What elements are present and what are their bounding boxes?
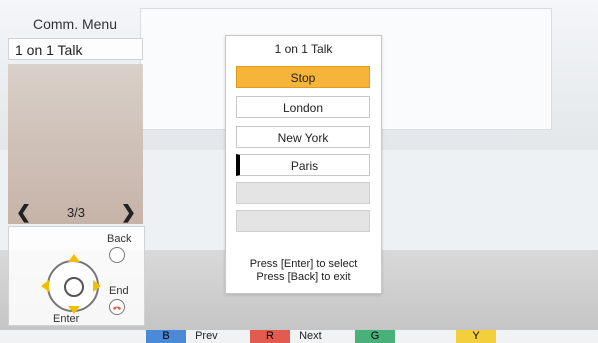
comm-menu-title: Comm. Menu bbox=[32, 16, 118, 32]
back-button-icon[interactable] bbox=[109, 247, 125, 263]
instruction-exit: Press [Back] to exit bbox=[256, 271, 351, 283]
blue-key[interactable]: B Prev bbox=[146, 330, 218, 343]
option-new-york[interactable]: New York bbox=[236, 126, 370, 148]
red-key-badge: R bbox=[250, 330, 290, 343]
option-london[interactable]: London bbox=[236, 96, 370, 118]
dpad-up-icon[interactable] bbox=[68, 254, 80, 262]
blue-key-label: Prev bbox=[195, 330, 218, 342]
remote-controls-panel: Enter Back End bbox=[8, 226, 145, 326]
red-key[interactable]: R Next bbox=[250, 330, 322, 343]
color-key-bar: B Prev R Next G Y bbox=[0, 330, 598, 343]
option-stop[interactable]: Stop bbox=[236, 66, 370, 88]
end-label: End bbox=[109, 285, 129, 297]
enter-button-icon[interactable] bbox=[64, 277, 84, 297]
comm-menu-current-item[interactable]: 1 on 1 Talk bbox=[8, 38, 143, 60]
instruction-select: Press [Enter] to select bbox=[249, 258, 358, 270]
next-page-arrow-icon[interactable]: ❯ bbox=[121, 202, 136, 223]
end-call-button-icon[interactable] bbox=[109, 299, 125, 315]
talk-destination-dialog: 1 on 1 Talk Stop London New York Paris P… bbox=[225, 35, 382, 294]
dialog-instructions: Press [Enter] to select Press [Back] to … bbox=[226, 258, 381, 284]
option-paris[interactable]: Paris bbox=[236, 154, 370, 176]
dpad-icon[interactable] bbox=[41, 254, 101, 314]
pager: ❮ 3/3 ❯ bbox=[16, 200, 136, 224]
option-empty-1[interactable] bbox=[236, 182, 370, 204]
yellow-key-badge: Y bbox=[456, 330, 496, 343]
phone-hangup-icon bbox=[113, 306, 121, 310]
green-key-badge: G bbox=[355, 330, 395, 343]
screen: Comm. Menu 1 on 1 Talk ❮ 3/3 ❯ Enter Bac… bbox=[0, 0, 598, 343]
dialog-title: 1 on 1 Talk bbox=[274, 42, 333, 56]
back-label: Back bbox=[107, 233, 132, 245]
comm-menu-panel: Comm. Menu 1 on 1 Talk ❮ 3/3 ❯ Enter Bac… bbox=[8, 12, 145, 326]
enter-label: Enter bbox=[53, 313, 80, 325]
red-key-label: Next bbox=[299, 330, 322, 342]
yellow-key[interactable]: Y bbox=[456, 330, 496, 343]
prev-page-arrow-icon[interactable]: ❮ bbox=[16, 202, 31, 223]
green-key[interactable]: G bbox=[355, 330, 395, 343]
dpad-right-icon[interactable] bbox=[93, 280, 101, 292]
option-empty-2[interactable] bbox=[236, 210, 370, 232]
dpad-left-icon[interactable] bbox=[41, 280, 49, 292]
pager-text: 3/3 bbox=[66, 204, 86, 220]
blue-key-badge: B bbox=[146, 330, 186, 343]
